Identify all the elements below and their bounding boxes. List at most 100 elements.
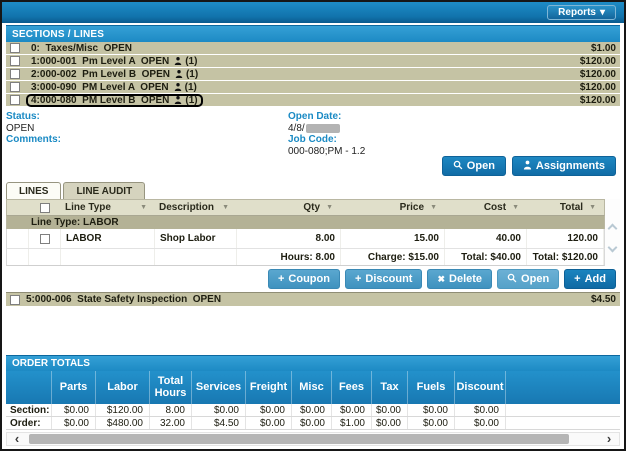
col-header-cost[interactable]: Cost▼ [445, 200, 527, 215]
line-checkbox[interactable] [40, 234, 50, 244]
row-checkbox[interactable] [10, 69, 20, 79]
section-row-0[interactable]: 0: Taxes/Misc OPEN $1.00 [6, 42, 620, 55]
section-row-amount: $4.50 [591, 294, 620, 305]
section-totals-row: Section: $0.00 $120.00 8.00 $0.00 $0.00 … [6, 404, 620, 417]
assignee-count: (1) [185, 56, 197, 67]
tab-lines-label: LINES [19, 186, 48, 197]
reports-button[interactable]: Reports ▾ [547, 5, 616, 20]
col-discount: Discount [454, 371, 505, 404]
section-row-1[interactable]: 1:000-001 Pm Level A OPEN (1) $120.00 [6, 55, 620, 68]
section-row-4-selected[interactable]: 4:000-080 PM Level B OPEN (1) $120.00 [6, 94, 620, 107]
status-value: OPEN [6, 123, 288, 134]
scroll-left-icon[interactable]: ‹ [7, 433, 27, 445]
delete-x-icon: ✖ [437, 274, 445, 285]
status-label: Status: [6, 111, 288, 122]
section-row-amount: $120.00 [580, 56, 620, 67]
sort-arrow-icon[interactable]: ▼ [222, 204, 233, 211]
col-header-qty[interactable]: Qty▼ [237, 200, 341, 215]
assignee-person-icon [174, 95, 182, 105]
price-cell: 15.00 [341, 229, 445, 248]
assignee-count: (1) [185, 82, 197, 93]
assignee-person-icon [175, 69, 183, 79]
section-row-label: 4:000-080 PM Level B OPEN [31, 95, 169, 106]
section-actions: Open Assignments [2, 155, 624, 181]
row-checkbox[interactable] [10, 82, 20, 92]
sort-arrow-icon[interactable]: ▼ [589, 204, 600, 211]
order-totals-title: ORDER TOTALS [12, 358, 90, 369]
col-services: Services [191, 371, 245, 404]
row-checkbox[interactable] [10, 43, 20, 53]
row-checkbox[interactable] [10, 295, 20, 305]
plus-icon: + [574, 273, 580, 285]
search-icon [507, 273, 517, 286]
tab-lines[interactable]: LINES [6, 182, 61, 199]
order-totals-column-headers: Parts Labor Total Hours Services Freight… [6, 371, 620, 404]
section-row-amount: $1.00 [591, 43, 620, 54]
tab-line-audit-label: LINE AUDIT [76, 186, 132, 197]
sections-lines-title: SECTIONS / LINES [12, 29, 104, 40]
discount-button[interactable]: +Discount [345, 269, 423, 289]
row-checkbox[interactable] [10, 56, 20, 66]
empty-area [2, 306, 624, 355]
order-totals-header: ORDER TOTALS [6, 355, 620, 371]
sort-arrow-icon[interactable]: ▼ [326, 204, 337, 211]
select-all-checkbox[interactable] [40, 203, 50, 213]
col-freight: Freight [245, 371, 291, 404]
scroll-up-icon[interactable] [608, 224, 618, 234]
section-row-5[interactable]: 5:000-006 State Safety Inspection OPEN $… [6, 292, 620, 306]
job-code-field: Job Code: 000-080;PM - 1.2 [288, 134, 620, 157]
header-indent [7, 200, 29, 215]
scrollbar-thumb[interactable] [29, 434, 569, 444]
col-labor: Labor [95, 371, 149, 404]
top-toolbar: Reports ▾ [2, 2, 624, 23]
reports-button-label: Reports [558, 7, 596, 18]
comments-label: Comments: [6, 134, 288, 145]
col-header-total[interactable]: Total▼ [527, 200, 604, 215]
section-row-3[interactable]: 3:000-090 PM Level A OPEN (1) $120.00 [6, 81, 620, 94]
col-header-description[interactable]: Description▼ [155, 200, 237, 215]
plus-icon: + [278, 273, 284, 285]
job-code-label: Job Code: [288, 134, 620, 145]
totals-label-column [6, 371, 51, 404]
line-row-labor[interactable]: LABOR Shop Labor 8.00 15.00 40.00 120.00 [6, 229, 605, 249]
open-line-button[interactable]: Open [497, 269, 559, 289]
col-header-price[interactable]: Price▼ [341, 200, 445, 215]
scroll-down-icon[interactable] [608, 243, 618, 253]
cost-cell: 40.00 [445, 229, 527, 248]
open-section-button[interactable]: Open [442, 156, 506, 176]
assignee-count: (1) [186, 69, 198, 80]
plus-icon: + [355, 273, 361, 285]
section-row-label: 1:000-001 Pm Level A OPEN [31, 56, 169, 67]
col-header-line-type[interactable]: Line Type▼ [61, 200, 155, 215]
selected-row-outline: 4:000-080 PM Level B OPEN (1) [26, 94, 203, 107]
open-date-label: Open Date: [288, 111, 620, 122]
section-row-amount: $120.00 [580, 95, 620, 106]
coupon-button[interactable]: +Coupon [268, 269, 340, 289]
order-totals-row: Order: $0.00 $480.00 32.00 $4.50 $0.00 $… [6, 417, 620, 430]
order-totals-label: Order: [6, 417, 51, 429]
order-sections-window: Reports ▾ SECTIONS / LINES 0: Taxes/Misc… [0, 0, 626, 451]
col-total-hours: Total Hours [149, 371, 191, 404]
description-cell: Shop Labor [155, 229, 237, 248]
delete-button[interactable]: ✖Delete [427, 269, 492, 289]
tab-line-audit[interactable]: LINE AUDIT [63, 182, 145, 199]
assignments-button[interactable]: Assignments [512, 156, 616, 176]
row-checkbox[interactable] [10, 95, 20, 105]
col-misc: Misc [291, 371, 331, 404]
lines-vertical-scrollbar[interactable] [605, 199, 620, 266]
col-fuels: Fuels [407, 371, 454, 404]
section-row-amount: $120.00 [580, 82, 620, 93]
summary-cost-total: Total: $40.00 [445, 249, 527, 265]
search-icon [453, 160, 463, 173]
col-tax: Tax [371, 371, 407, 404]
sort-arrow-icon[interactable]: ▼ [512, 204, 523, 211]
sort-arrow-icon[interactable]: ▼ [430, 204, 441, 211]
section-row-2[interactable]: 2:000-002 Pm Level B OPEN (1) $120.00 [6, 68, 620, 81]
line-type-group-row: Line Type: LABOR [6, 216, 605, 229]
add-line-button[interactable]: +Add [564, 269, 616, 289]
scroll-right-icon[interactable]: › [599, 433, 619, 445]
bottom-padding [2, 446, 624, 449]
horizontal-scrollbar[interactable]: ‹ › [6, 432, 620, 446]
person-icon [523, 160, 532, 173]
sort-arrow-icon[interactable]: ▼ [140, 204, 151, 211]
